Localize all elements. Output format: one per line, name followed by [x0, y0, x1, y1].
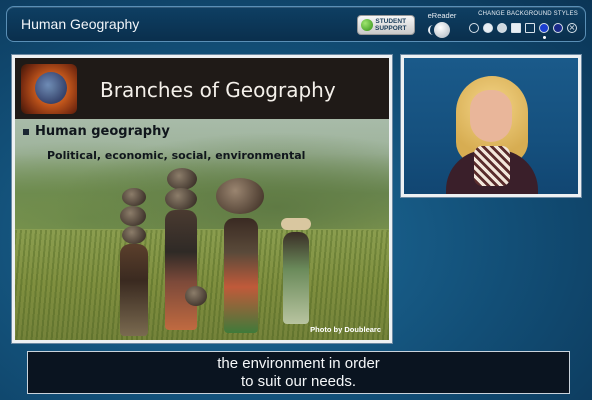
square-outline-icon[interactable]: [525, 23, 535, 33]
girl-with-basket: [277, 218, 317, 328]
caption-line-2: to suit our needs.: [240, 372, 357, 390]
circle-navy-icon[interactable]: [553, 23, 563, 33]
bullet-square-icon: [23, 128, 29, 135]
caption-box: the environment in order to suit our nee…: [27, 351, 570, 394]
header-bar: Human Geography STUDENT SUPPORT eReader …: [6, 6, 586, 42]
square-white-icon[interactable]: [511, 23, 521, 33]
presenter-scarf: [474, 146, 510, 186]
presenter-face: [470, 90, 512, 142]
ereader-button[interactable]: eReader: [425, 11, 459, 41]
background-styles: CHANGE BACKGROUND STYLES ×: [469, 11, 587, 41]
ereader-label: eReader: [427, 11, 457, 20]
woman-with-pots: [110, 188, 160, 338]
slide: Branches of Geography Human geography Po…: [15, 58, 389, 340]
circle-white-outline-icon[interactable]: [469, 23, 479, 33]
caption-line-1: the environment in order: [217, 354, 380, 372]
photo-credit: Photo by Doublearc: [310, 325, 381, 334]
student-support-label: STUDENT SUPPORT: [375, 18, 407, 32]
support-icon: [361, 19, 373, 31]
close-icon[interactable]: ×: [567, 23, 577, 33]
slide-bullet: Human geography: [23, 124, 170, 139]
presenter-video-panel: [400, 54, 582, 198]
slide-title: Branches of Geography: [100, 78, 336, 102]
circle-white-icon[interactable]: [483, 23, 493, 33]
student-support-button[interactable]: STUDENT SUPPORT: [357, 15, 415, 35]
presenter-video[interactable]: [404, 58, 578, 194]
circle-light-icon[interactable]: [497, 23, 507, 33]
course-title: Human Geography: [21, 16, 140, 32]
woman-with-pots: [157, 168, 211, 338]
slide-title-banner: Branches of Geography: [15, 58, 389, 119]
globe-icon: [21, 64, 77, 114]
selected-indicator: [543, 36, 546, 39]
slide-panel: Branches of Geography Human geography Po…: [11, 54, 393, 344]
background-swatches: ×: [469, 23, 577, 33]
speaker-icon: [428, 22, 450, 38]
background-styles-label: CHANGE BACKGROUND STYLES: [478, 11, 578, 17]
circle-blue-icon[interactable]: [539, 23, 549, 33]
slide-subbullet: Political, economic, social, environment…: [47, 149, 306, 162]
woman-with-pot: [210, 178, 270, 338]
